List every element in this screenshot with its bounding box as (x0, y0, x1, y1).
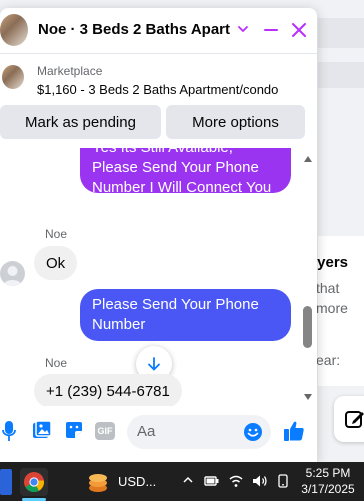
background-panel (318, 62, 364, 88)
outgoing-message: Yes Its Still Available, Please Send You… (80, 148, 291, 216)
message-sender: Noe (45, 227, 68, 241)
arrow-down-icon (148, 357, 160, 371)
sticker-icon[interactable] (64, 420, 84, 440)
wifi-icon[interactable] (228, 474, 244, 488)
message-input-box[interactable] (127, 415, 271, 449)
compose-icon (345, 411, 364, 428)
emoji-icon[interactable] (243, 422, 263, 442)
message-sender: Noe (45, 356, 68, 370)
user-icon (3, 266, 22, 286)
taskbar-app-button[interactable] (0, 469, 12, 495)
message-composer: GIF (0, 408, 317, 456)
listing-thumbnail (2, 65, 24, 89)
background-card-text: that (316, 280, 340, 296)
message-input[interactable] (137, 423, 237, 440)
usd-taskbar-button[interactable]: USD... (84, 469, 174, 495)
coin-stack-icon (89, 474, 107, 492)
scrollbar-thumb[interactable] (303, 306, 312, 348)
minimize-button[interactable] (262, 20, 280, 40)
avatar[interactable] (0, 261, 25, 286)
outgoing-message: Please Send Your Phone Number (80, 289, 291, 341)
incoming-message: Ok (34, 246, 78, 280)
message-list: Yes Its Still Available, Please Send You… (0, 148, 317, 406)
listing-avatar[interactable] (0, 14, 28, 46)
battery-icon[interactable] (204, 474, 220, 488)
listing-title: $1,160 - 3 Beds 2 Baths Apartment/condo (37, 82, 279, 97)
chrome-icon (24, 472, 45, 493)
taskbar: USD... 5:25 PM 3/17/2025 (0, 462, 364, 501)
scroll-down-arrow[interactable] (304, 394, 312, 400)
phone-link-icon[interactable] (276, 474, 290, 488)
mark-as-pending-button[interactable]: Mark as pending (0, 105, 161, 139)
chat-title[interactable]: Noe · 3 Beds 2 Baths Apart... (38, 21, 230, 38)
new-message-button[interactable] (334, 396, 364, 442)
volume-icon[interactable] (252, 474, 268, 488)
chevron-down-icon[interactable] (236, 22, 250, 36)
background-card-text: ear: (316, 352, 341, 368)
taskbar-clock[interactable]: 5:25 PM 3/17/2025 (300, 465, 356, 497)
background-panel (318, 18, 364, 48)
microphone-icon[interactable] (2, 420, 16, 442)
chrome-taskbar-button[interactable] (20, 468, 48, 496)
usd-app-label: USD... (118, 474, 157, 489)
chat-window: Noe · 3 Beds 2 Baths Apart... Marketplac… (0, 8, 317, 462)
clock-date: 3/17/2025 (301, 482, 355, 496)
thumbs-up-icon[interactable] (283, 420, 305, 442)
incoming-message: +1 (239) 544-6781 (34, 374, 182, 406)
listing-kicker: Marketplace (37, 64, 103, 78)
close-icon[interactable] (290, 21, 308, 39)
message-scrollbar[interactable] (303, 154, 313, 406)
listing-preview[interactable]: Marketplace $1,160 - 3 Beds 2 Baths Apar… (0, 55, 317, 103)
chat-header: Noe · 3 Beds 2 Baths Apart... (0, 8, 317, 54)
chevron-up-icon[interactable] (182, 474, 194, 486)
more-options-button[interactable]: More options (166, 105, 305, 139)
scroll-up-arrow[interactable] (304, 156, 312, 162)
background-card-text: more (316, 300, 348, 316)
photo-icon[interactable] (32, 420, 52, 440)
clock-time: 5:25 PM (305, 466, 351, 480)
gif-icon[interactable]: GIF (95, 422, 115, 440)
